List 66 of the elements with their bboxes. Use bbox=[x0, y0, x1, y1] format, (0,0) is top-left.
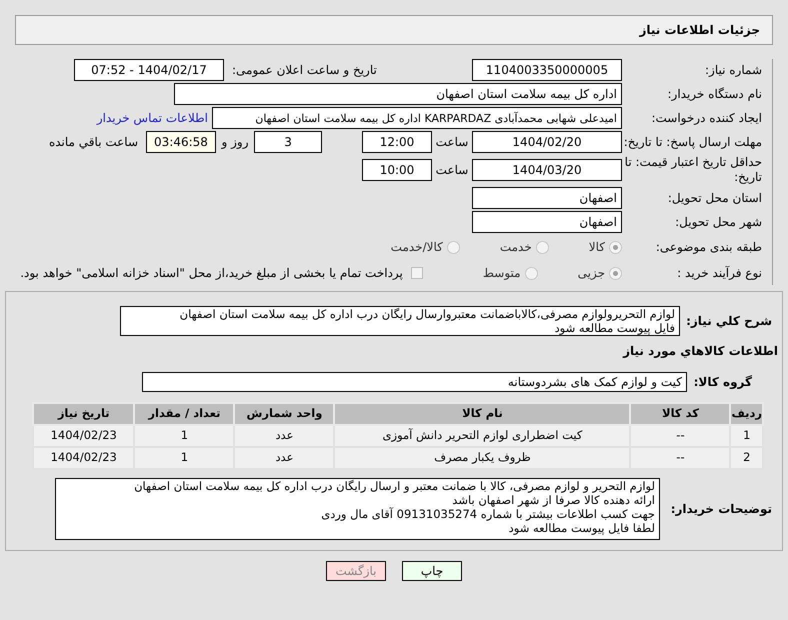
field-label: نوع فرآیند خرید : bbox=[676, 265, 762, 282]
radio-button[interactable] bbox=[536, 240, 549, 254]
print-button[interactable]: چاپ bbox=[402, 561, 462, 581]
column-header: کد کالا bbox=[630, 403, 730, 425]
table-cell: 1404/02/23 bbox=[33, 447, 134, 469]
deadline-date-field: 1404/02/20 bbox=[472, 131, 622, 153]
table-cell: ظروف یکبار مصرف bbox=[334, 447, 630, 469]
province-field: اصفهان bbox=[472, 187, 622, 209]
field-label: نام دستگاه خریدار: bbox=[666, 86, 762, 103]
deadline-time-field: 12:00 bbox=[362, 131, 432, 153]
buyer-contact-link[interactable]: اطلاعات تماس خریدار bbox=[96, 109, 208, 127]
section-heading: اطلاعات کالاهاي مورد نیاز bbox=[622, 343, 778, 360]
field-label: تاریخ و ساعت اعلان عمومی: bbox=[231, 62, 378, 79]
field-label: روز و bbox=[220, 134, 250, 151]
days-field: 3 bbox=[254, 131, 322, 153]
field-label: شماره نیاز: bbox=[704, 62, 762, 79]
radio-button[interactable] bbox=[524, 266, 538, 280]
goods-group-field: کیت و لوازم کمک های بشردوستانه bbox=[142, 372, 687, 392]
column-header: ردیف bbox=[730, 403, 763, 425]
page-title-bar: جزئیات اطلاعات نیاز bbox=[15, 15, 773, 45]
radio-button[interactable] bbox=[446, 240, 460, 254]
buyer-org-field: اداره کل بیمه سلامت استان اصفهان bbox=[174, 83, 622, 105]
table-cell: عدد bbox=[234, 425, 334, 447]
city-field: اصفهان bbox=[472, 211, 622, 233]
table-cell: 1 bbox=[134, 425, 234, 447]
table-cell: کیت اضطراری لوازم التحریر دانش آموزی bbox=[334, 425, 630, 447]
table-cell: 1404/02/23 bbox=[33, 425, 134, 447]
radio-button[interactable] bbox=[609, 266, 622, 280]
payment-note: پرداخت تمام یا بخشی از مبلغ خرید،از محل "اسناد خزانه اسلامی" خواهد بود. bbox=[20, 265, 403, 282]
field-label: مهلت ارسال پاسخ: تا تاریخ: bbox=[622, 134, 762, 150]
field-label: ساعت bbox=[434, 162, 470, 179]
field-label: ساعت bbox=[434, 134, 470, 151]
table-cell: -- bbox=[630, 447, 730, 469]
buyer-notes-textarea[interactable]: لوازم التحریر و لوازم مصرفی، کالا با ضمانت معتبر و ارسال رایگان درب اداره کل بیمه سلامت استان اصفهان ارائه دهنده کالا صرفا از شهر اصفهان باشد جهت کسب اطلاعات بیشتر با شماره 09131035274 آقای مال وردی لطفا فایل پیوست مطالعه شود bbox=[55, 478, 660, 540]
validity-date-field: 1404/03/20 bbox=[472, 159, 622, 181]
table-cell: 2 bbox=[730, 447, 763, 469]
field-label: شهر محل تحویل: bbox=[674, 214, 762, 231]
radio-label: کالا/خدمت bbox=[390, 239, 443, 256]
radio-label: خدمت bbox=[500, 239, 532, 256]
remaining-time-field: 03:46:58 bbox=[146, 131, 216, 153]
payment-checkbox[interactable] bbox=[410, 267, 423, 279]
field-label: توضیحات خریدار: bbox=[670, 501, 772, 518]
field-label: گروه کالا: bbox=[692, 374, 753, 391]
column-header: نام کالا bbox=[334, 403, 630, 425]
requester-field: امیدعلی شهابی محمدآبادی KARPARDAZ اداره کل بیمه سلامت استان اصفهان bbox=[212, 107, 622, 129]
column-header: تعداد / مقدار bbox=[134, 403, 234, 425]
radio-button[interactable] bbox=[609, 240, 622, 254]
field-label: استان محل تحویل: bbox=[666, 190, 762, 207]
radio-label: متوسط bbox=[482, 265, 521, 282]
table-cell: 1 bbox=[730, 425, 763, 447]
column-header: واحد شمارش bbox=[234, 403, 334, 425]
validity-time-field: 10:00 bbox=[362, 159, 432, 181]
announce-date-field: 1404/02/17 - 07:52 bbox=[74, 59, 224, 81]
field-label: شرح کلي نیاز: bbox=[685, 313, 772, 330]
radio-label: جزیی bbox=[578, 265, 605, 282]
table-cell: -- bbox=[630, 425, 730, 447]
table-cell: 1 bbox=[134, 447, 234, 469]
description-textarea[interactable]: لوازم التحریرولوازم مصرفی،کالاباضمانت معتبروارسال رایگان درب اداره کل بیمه سلامت استان اصفهان فایل پیوست مطالعه شود bbox=[120, 306, 680, 336]
need-number-field: 1104003350000005 bbox=[472, 59, 622, 81]
field-label: ایجاد کننده درخواست: bbox=[650, 110, 762, 127]
column-header: تاریخ نیاز bbox=[33, 403, 134, 425]
field-label: ساعت باقي مانده bbox=[48, 134, 138, 151]
field-label: طبقه بندی موضوعی: bbox=[654, 239, 762, 256]
field-label: حداقل تاریخ اعتبار قیمت: تا تاریخ: bbox=[624, 155, 762, 185]
radio-label: کالا bbox=[588, 239, 605, 256]
table-cell: عدد bbox=[234, 447, 334, 469]
